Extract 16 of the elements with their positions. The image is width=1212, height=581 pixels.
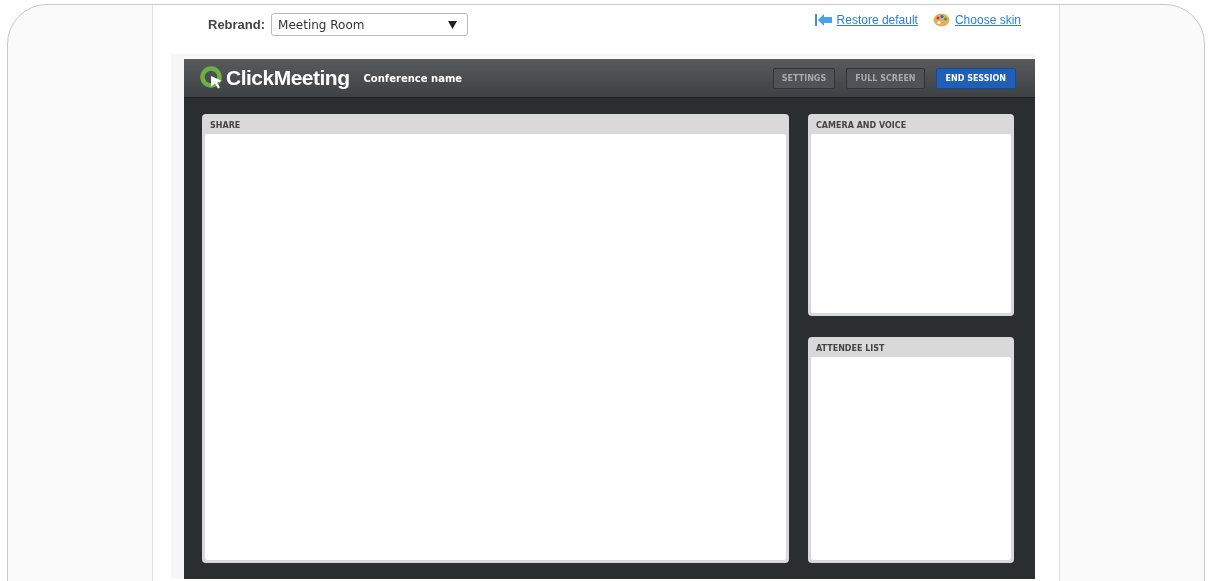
caret-icon: [448, 20, 458, 29]
panel-title: SHARE: [209, 120, 242, 132]
palette-icon: [932, 13, 950, 27]
logo-text: ClickMeeting: [226, 66, 350, 90]
arrow-left-icon: [814, 14, 832, 26]
header-button[interactable]: FULL SCREEN: [846, 67, 925, 89]
panel-title: ATTENDEE LIST: [815, 343, 886, 355]
rebrand-label: Rebrand:: [208, 17, 266, 32]
logo-icon: [200, 66, 224, 90]
header-button[interactable]: SETTINGS: [772, 67, 836, 89]
header-button[interactable]: END SESSION: [935, 67, 1016, 89]
conference-name: Conference name: [363, 72, 463, 84]
restore-default-link[interactable]: Restore default: [836, 13, 918, 27]
rebrand-select[interactable]: Meeting Room: [271, 13, 469, 36]
panel-title: CAMERA AND VOICE: [815, 120, 908, 132]
choose-skin-link[interactable]: Choose skin: [954, 13, 1021, 27]
